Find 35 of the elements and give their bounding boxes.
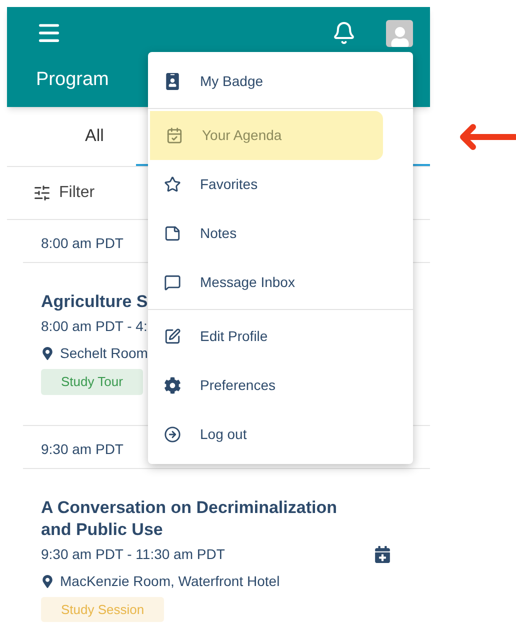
event-title[interactable]: and Public Use: [41, 518, 390, 540]
menu-item[interactable]: Preferences: [148, 361, 383, 410]
menu-item[interactable]: Favorites: [148, 160, 383, 209]
note-icon: [164, 225, 181, 242]
menu-item[interactable]: Notes: [148, 209, 383, 258]
page-title: Program: [36, 68, 109, 92]
filter-icon: [33, 184, 51, 202]
menu-item[interactable]: Edit Profile: [148, 312, 383, 361]
add-to-calendar-icon[interactable]: [374, 546, 391, 562]
location-pin-icon: [41, 347, 54, 360]
menu-item[interactable]: Log out: [148, 410, 383, 459]
event-title[interactable]: A Conversation on Decriminalization: [41, 496, 390, 518]
time-slot-heading: 8:00 am PDT: [41, 234, 124, 253]
log-out-icon: [164, 426, 181, 443]
calendar-check-icon: [166, 127, 183, 144]
badge-icon: [164, 73, 181, 90]
time-slot-heading: 9:30 am PDT: [41, 440, 124, 458]
menu-item[interactable]: Message Inbox: [148, 258, 383, 307]
location-pin-icon: [41, 574, 54, 588]
event-tag: Study Session: [41, 596, 164, 622]
edit-icon: [164, 328, 181, 345]
menu-item[interactable]: My Badge: [148, 57, 383, 106]
event-location: Sechelt Room: [60, 344, 148, 363]
notification-bell-icon[interactable]: [332, 21, 356, 45]
speech-bubble-icon: [164, 274, 181, 291]
tab[interactable]: All: [7, 107, 136, 166]
event-time: 8:00 am PDT - 4:: [41, 317, 148, 336]
user-avatar[interactable]: [386, 20, 413, 46]
star-icon: [164, 176, 181, 193]
filter-button[interactable]: Filter: [33, 181, 95, 205]
event-tag: Study Tour: [41, 369, 143, 394]
event-location: MacKenzie Room, Waterfront Hotel: [60, 572, 280, 590]
pointer-arrow-icon: [457, 122, 516, 152]
event-time: 9:30 am PDT - 11:30 am PDT: [41, 544, 225, 564]
settings-icon: [164, 377, 181, 394]
